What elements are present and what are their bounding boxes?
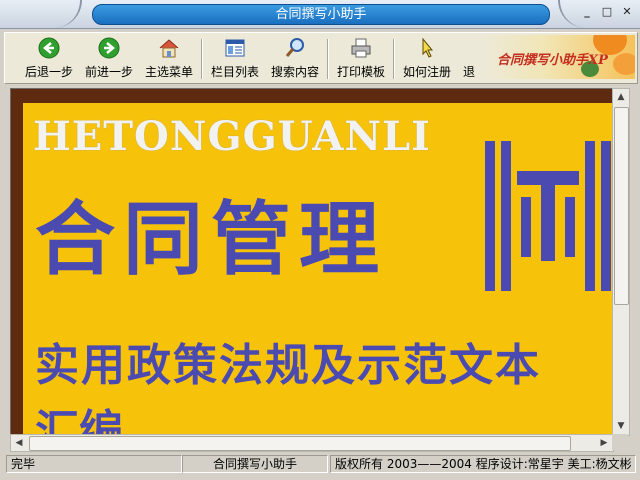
scroll-left-arrow[interactable]: ◀ (11, 435, 27, 451)
status-state: 完毕 (6, 455, 182, 473)
flower-decoration (613, 53, 635, 75)
toolbar-separator (393, 39, 395, 79)
pointer-icon (422, 37, 434, 58)
forward-arrow-icon (98, 37, 120, 59)
minimize-button[interactable]: _ (580, 5, 594, 19)
cover-english-title: HETONGGUANLI (33, 113, 431, 160)
column-list-button[interactable]: 栏目列表 (207, 37, 263, 81)
printer-icon (351, 38, 371, 58)
window-controls: _ □ ✕ (580, 5, 634, 19)
exit-button[interactable]: 退 (459, 37, 479, 81)
scroll-right-arrow[interactable]: ▶ (596, 435, 612, 451)
main-menu-label: 主选菜单 (144, 65, 193, 79)
cover-subtitle: 实用政策法规及示范文本 (35, 340, 541, 391)
window-title: 合同撰写小助手 (92, 4, 550, 25)
toolbar-separator (327, 39, 329, 79)
exit-icon (459, 37, 479, 59)
status-copyright: 版权所有 2003——2004 程序设计:常星宇 美工:杨文彬 (330, 455, 636, 473)
app-logo-banner: 合同撰写小助手XP (481, 35, 635, 79)
magnifier-icon (285, 38, 304, 57)
title-bar-left-frame (0, 0, 82, 28)
scroll-down-arrow[interactable]: ▼ (613, 418, 629, 434)
toolbar-separator (201, 39, 203, 79)
horizontal-scroll-thumb[interactable] (29, 436, 571, 451)
back-button[interactable]: 后退一步 (21, 37, 77, 81)
status-bar: 完毕 合同撰写小助手 版权所有 2003——2004 程序设计:常星宇 美工:杨… (4, 454, 636, 474)
main-menu-button[interactable]: 主选菜单 (141, 37, 197, 81)
forward-label: 前进一步 (84, 65, 133, 79)
cover-main-title: 合同管理 (35, 193, 387, 286)
cover-subtitle-line2: 汇编 (35, 406, 123, 436)
home-icon (159, 39, 179, 58)
title-bar: 合同撰写小助手 _ □ ✕ (0, 0, 640, 29)
scroll-corner (612, 434, 628, 450)
list-window-icon (225, 39, 245, 57)
cover-emblem (485, 141, 613, 291)
maximize-button[interactable]: □ (600, 5, 614, 19)
close-button[interactable]: ✕ (620, 5, 634, 19)
toolbar: 后退一步 前进一步 主选菜单 栏目列表 搜索内容 打印模板 如何注册 退 合同撰… (4, 32, 638, 84)
vertical-scroll-thumb[interactable] (614, 107, 629, 305)
how-to-register-label: 如何注册 (402, 65, 451, 79)
search-label: 搜索内容 (270, 65, 319, 79)
print-template-label: 打印模板 (336, 65, 385, 79)
print-template-button[interactable]: 打印模板 (333, 37, 389, 81)
scroll-up-arrow[interactable]: ▲ (613, 89, 629, 105)
how-to-register-button[interactable]: 如何注册 (399, 37, 455, 81)
status-app-name: 合同撰写小助手 (182, 455, 328, 473)
search-button[interactable]: 搜索内容 (267, 37, 323, 81)
book-cover-image: HETONGGUANLI 合同管理 实用政策法规及示范文本 汇编 (23, 103, 613, 436)
horizontal-scrollbar[interactable]: ◀ ▶ (10, 434, 614, 452)
exit-label: 退 (462, 65, 475, 79)
back-label: 后退一步 (24, 65, 73, 79)
content-viewport: HETONGGUANLI 合同管理 实用政策法规及示范文本 汇编 (10, 88, 614, 436)
vertical-scrollbar[interactable]: ▲ ▼ (612, 88, 630, 436)
forward-button[interactable]: 前进一步 (81, 37, 137, 81)
back-arrow-icon (38, 37, 60, 59)
column-list-label: 栏目列表 (210, 65, 259, 79)
logo-text: 合同撰写小助手XP (497, 53, 608, 68)
